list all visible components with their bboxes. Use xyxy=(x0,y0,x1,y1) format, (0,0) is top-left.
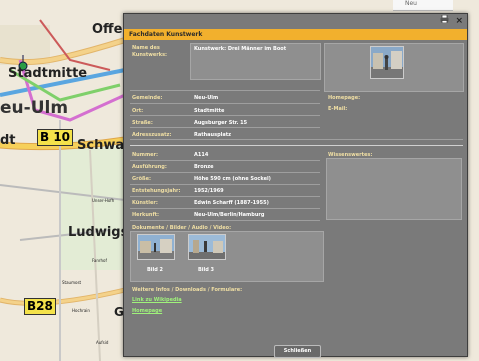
map-label: Unser-Hofh xyxy=(92,198,115,203)
printer-icon[interactable] xyxy=(440,14,452,26)
map-label: Schwai xyxy=(77,138,129,153)
herkunft-value: Neu-Ulm/Berlin/Hamburg xyxy=(194,212,265,218)
adresszusatz-label: Adresszusatz: xyxy=(132,132,172,138)
divider xyxy=(130,127,320,128)
homepage-link[interactable]: Homepage xyxy=(132,308,162,314)
gemeinde-value: Neu-Ulm xyxy=(194,95,219,101)
road-shield: B 10 xyxy=(37,129,74,146)
nummer-label: Nummer: xyxy=(132,152,159,158)
homepage-label: Homepage: xyxy=(328,95,361,101)
ausfuehrung-label: Ausführung: xyxy=(132,164,167,170)
divider xyxy=(130,160,320,161)
entstehungsjahr-value: 1952/1969 xyxy=(194,188,224,194)
map-label: eu-Ulm xyxy=(0,98,69,118)
map-label: Hochrain xyxy=(72,308,90,313)
name-value: Kunstwerk: Drei Männer im Boot xyxy=(194,46,287,52)
dialog-title-bar: Fachdaten Kunstwerk xyxy=(124,29,467,40)
map-label: Aufsid xyxy=(96,340,109,345)
divider xyxy=(130,103,320,104)
map-label: Staumost xyxy=(62,280,82,285)
divider xyxy=(130,196,320,197)
nummer-value: A114 xyxy=(194,152,209,158)
name-label: Name des Kunstwerks: xyxy=(132,45,168,58)
wissenswertes-box xyxy=(326,158,462,220)
map-label: Fanrhof xyxy=(92,258,107,263)
main-image[interactable] xyxy=(370,46,404,79)
ausfuehrung-value: Bronze xyxy=(194,164,214,170)
gemeinde-label: Gemeinde: xyxy=(132,95,163,101)
email-label: E-Mail: xyxy=(328,106,348,112)
map-label: Ludwigs xyxy=(68,225,129,240)
top-strip: Neu xyxy=(393,0,453,11)
divider xyxy=(130,139,463,140)
section-divider xyxy=(130,145,463,146)
artwork-detail-dialog: × Fachdaten Kunstwerk Name des Kunstwerk… xyxy=(123,13,468,358)
strasse-value: Augsburger Str. 15 xyxy=(194,120,248,126)
ort-value: Stadtmitte xyxy=(194,108,225,114)
close-icon[interactable]: × xyxy=(455,16,463,26)
herkunft-label: Herkunft: xyxy=(132,212,160,218)
dialog-icons: × xyxy=(436,14,463,26)
media-caption: Bild 2 xyxy=(147,267,164,273)
wikipedia-link[interactable]: Link zu Wikipedia xyxy=(132,297,182,303)
groesse-value: Höhe 590 cm (ohne Sockel) xyxy=(194,176,271,182)
kuenstler-value: Edwin Scharff (1887-1955) xyxy=(194,200,269,206)
divider xyxy=(130,184,320,185)
media-caption: Bild 3 xyxy=(198,267,215,273)
strasse-label: Straße: xyxy=(132,120,153,126)
dialog-title: Fachdaten Kunstwerk xyxy=(129,31,203,38)
map-label: dt xyxy=(0,133,16,148)
ort-label: Ort: xyxy=(132,108,144,114)
divider xyxy=(130,172,320,173)
infos-heading: Weitere Infos / Downloads / Formulare: xyxy=(132,287,243,293)
divider xyxy=(130,208,320,209)
road-shield: B28 xyxy=(24,298,56,315)
divider xyxy=(130,115,320,116)
media-thumbnail-bild-3[interactable] xyxy=(188,234,226,260)
kuenstler-label: Künstler: xyxy=(132,200,158,206)
top-strip-text: Neu xyxy=(405,0,417,7)
entstehungsjahr-label: Entstehungsjahr: xyxy=(132,188,181,194)
map-label: Stadtmitte xyxy=(8,66,88,81)
groesse-label: Größe: xyxy=(132,176,151,182)
divider xyxy=(130,90,320,91)
close-button[interactable]: Schließen xyxy=(274,345,321,358)
adresszusatz-value: Rathausplatz xyxy=(194,132,232,138)
divider xyxy=(130,220,320,221)
media-thumbnail-bild-2[interactable] xyxy=(137,234,175,260)
